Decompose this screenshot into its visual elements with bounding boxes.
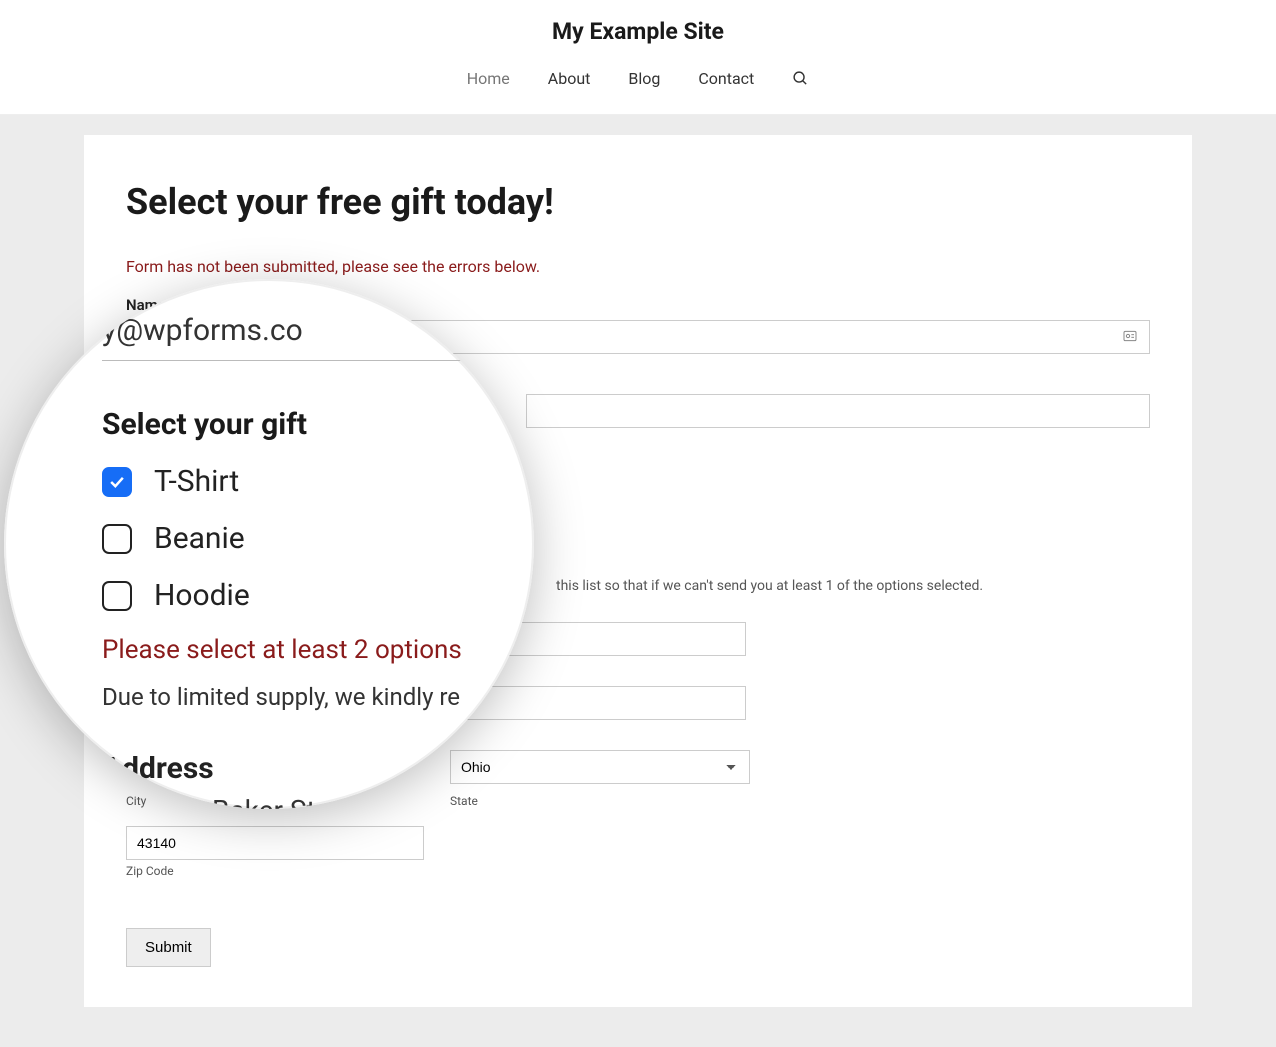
nav-contact[interactable]: Contact xyxy=(698,69,754,88)
gift-option-label: Beanie xyxy=(154,521,245,556)
submit-button[interactable]: Submit xyxy=(126,928,211,967)
autofill-icon[interactable] xyxy=(1122,328,1138,348)
gift-option-label: T-Shirt xyxy=(154,464,239,499)
nav-about[interactable]: About xyxy=(548,69,591,88)
state-select[interactable]: Ohio xyxy=(450,750,750,784)
site-title: My Example Site xyxy=(0,18,1276,45)
gift-option-tshirt[interactable]: T-Shirt xyxy=(102,464,494,499)
email-input[interactable] xyxy=(526,394,1150,428)
nav-blog[interactable]: Blog xyxy=(628,69,660,88)
magnifier-validation-error: Please select at least 2 options xyxy=(102,635,494,665)
checkbox-checked-icon[interactable] xyxy=(102,467,132,497)
gift-option-label: Hoodie xyxy=(154,578,250,613)
site-header: My Example Site Home About Blog Contact xyxy=(0,0,1276,115)
gift-option-beanie[interactable]: Beanie xyxy=(102,521,494,556)
magnifier-hint-fragment: Due to limited supply, we kindly re xyxy=(102,683,494,711)
checkbox-unchecked-icon[interactable] xyxy=(102,524,132,554)
checkbox-unchecked-icon[interactable] xyxy=(102,581,132,611)
address-line2-input[interactable] xyxy=(446,686,746,720)
page-heading: Select your free gift today! xyxy=(126,181,1150,223)
gift-hint-partial: this list so that if we can't send you a… xyxy=(556,578,1150,594)
magnifier-gift-title: Select your gift xyxy=(102,407,494,442)
form-error-message: Form has not been submitted, please see … xyxy=(126,257,1150,276)
gift-option-hoodie[interactable]: Hoodie xyxy=(102,578,494,613)
magnifier-overlay: y@wpforms.co Select your gift T-Shirt Be… xyxy=(4,279,534,809)
zip-sublabel: Zip Code xyxy=(126,864,424,878)
search-icon[interactable] xyxy=(792,70,809,87)
state-sublabel: State xyxy=(450,794,750,808)
main-nav: Home About Blog Contact xyxy=(0,45,1276,115)
zip-input[interactable] xyxy=(126,826,424,860)
nav-home[interactable]: Home xyxy=(467,69,510,88)
page-body: Select your free gift today! Form has no… xyxy=(0,115,1276,1047)
